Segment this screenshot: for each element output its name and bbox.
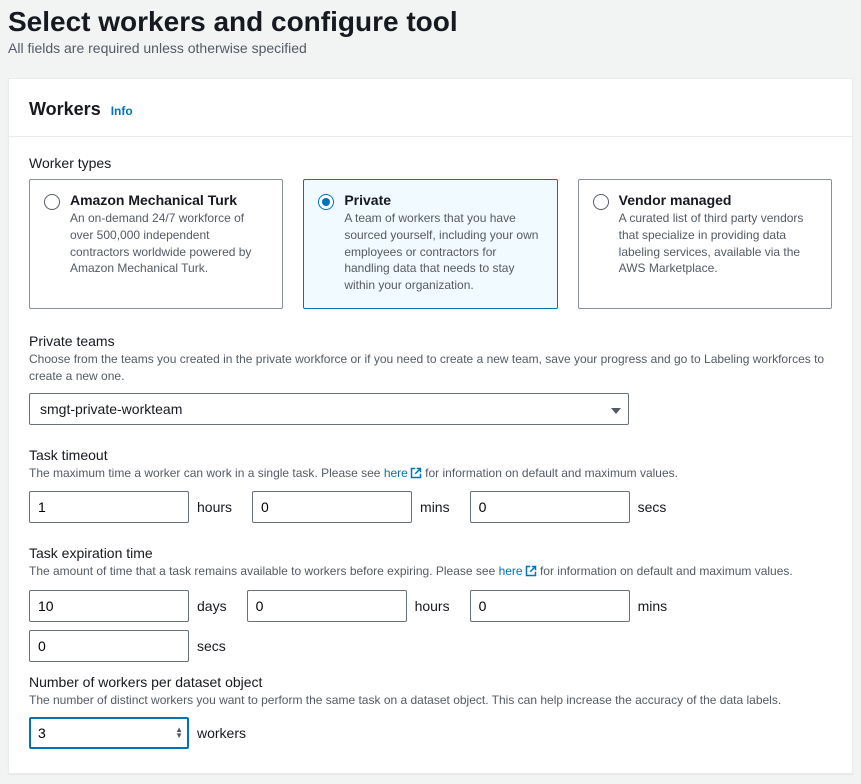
mins-label: mins: [638, 598, 668, 614]
task-expiration-mins-input[interactable]: [470, 590, 630, 622]
tile-desc: An on-demand 24/7 workforce of over 500,…: [70, 210, 268, 277]
worker-types-label: Worker types: [29, 155, 832, 171]
task-timeout-here-link[interactable]: here: [384, 466, 422, 480]
info-link[interactable]: Info: [111, 104, 133, 118]
tile-desc: A team of workers that you have sourced …: [344, 210, 542, 294]
private-teams-label: Private teams: [29, 333, 832, 349]
tile-title: Vendor managed: [619, 192, 817, 208]
secs-label: secs: [638, 499, 667, 515]
worker-type-private[interactable]: Private A team of workers that you have …: [303, 179, 557, 309]
panel-header: Workers Info: [9, 79, 852, 137]
task-expiration-hours-input[interactable]: [247, 590, 407, 622]
private-teams-help: Choose from the teams you created in the…: [29, 351, 832, 385]
worker-type-vendor[interactable]: Vendor managed A curated list of third p…: [578, 179, 832, 309]
task-timeout-mins-input[interactable]: [252, 491, 412, 523]
task-timeout-label: Task timeout: [29, 447, 832, 463]
private-teams-select[interactable]: smgt-private-workteam: [29, 393, 629, 425]
workers-per-object-help: The number of distinct workers you want …: [29, 692, 832, 709]
panel-title: Workers: [29, 99, 101, 120]
select-value: smgt-private-workteam: [40, 401, 182, 417]
task-expiration-here-link[interactable]: here: [499, 564, 537, 578]
workers-per-object-label: Number of workers per dataset object: [29, 674, 832, 690]
page-subtitle: All fields are required unless otherwise…: [8, 40, 853, 56]
task-expiration-secs-input[interactable]: [29, 630, 189, 662]
task-timeout-secs-input[interactable]: [470, 491, 630, 523]
hours-label: hours: [415, 598, 450, 614]
workers-unit-label: workers: [197, 725, 246, 741]
task-expiration-days-input[interactable]: [29, 590, 189, 622]
secs-label: secs: [197, 638, 226, 654]
days-label: days: [197, 598, 227, 614]
task-timeout-help: The maximum time a worker can work in a …: [29, 465, 832, 484]
tile-title: Private: [344, 192, 542, 208]
tile-desc: A curated list of third party vendors th…: [619, 210, 817, 277]
mins-label: mins: [420, 499, 450, 515]
task-expiration-help: The amount of time that a task remains a…: [29, 563, 832, 582]
page-title: Select workers and configure tool: [8, 0, 853, 38]
radio-icon: [593, 194, 609, 210]
radio-icon: [318, 194, 334, 210]
task-timeout-hours-input[interactable]: [29, 491, 189, 523]
workers-per-object-input[interactable]: [29, 717, 189, 749]
hours-label: hours: [197, 499, 232, 515]
worker-types-tiles: Amazon Mechanical Turk An on-demand 24/7…: [29, 179, 832, 309]
radio-icon: [44, 194, 60, 210]
workers-panel: Workers Info Worker types Amazon Mechani…: [8, 78, 853, 774]
external-link-icon: [525, 565, 537, 582]
worker-type-mturk[interactable]: Amazon Mechanical Turk An on-demand 24/7…: [29, 179, 283, 309]
tile-title: Amazon Mechanical Turk: [70, 192, 268, 208]
task-expiration-label: Task expiration time: [29, 545, 832, 561]
external-link-icon: [410, 467, 422, 484]
